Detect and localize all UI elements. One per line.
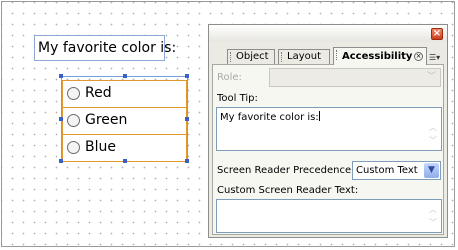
tab-close-icon[interactable]: ×: [414, 52, 423, 61]
tooltip-value: My favorite color is:: [220, 112, 319, 123]
tooltip-label: Tool Tip:: [217, 93, 258, 104]
resize-handle[interactable]: [123, 74, 127, 78]
precedence-label: Screen Reader Precedence:: [217, 165, 355, 176]
radio-button-icon[interactable]: [67, 87, 80, 100]
radio-button-icon[interactable]: [67, 114, 80, 127]
resize-handle[interactable]: [59, 74, 63, 78]
scroll-down-icon[interactable]: ﹀: [426, 216, 440, 229]
radio-option-label: Green: [85, 112, 128, 128]
panel-menu-icon[interactable]: ☰▾: [429, 52, 449, 64]
radio-option-blue[interactable]: Blue: [62, 134, 187, 162]
radio-button-icon[interactable]: [67, 141, 80, 154]
scroll-up-icon[interactable]: ︿: [426, 121, 440, 134]
radio-option-green[interactable]: Green: [62, 107, 187, 135]
tab-grip-icon: [230, 52, 234, 62]
tab-object[interactable]: Object: [227, 49, 275, 64]
resize-handle[interactable]: [59, 159, 63, 163]
chevron-down-icon: ﹀: [426, 72, 436, 82]
chevron-down-icon[interactable]: ▼: [424, 163, 439, 178]
radio-option-label: Blue: [85, 139, 116, 155]
radio-option-label: Red: [85, 85, 112, 101]
scroll-up-icon[interactable]: ︿: [426, 203, 440, 216]
resize-handle[interactable]: [185, 159, 189, 163]
close-icon[interactable]: ×: [431, 28, 443, 40]
accessibility-panel-body: Role: ﹀ Tool Tip: My favorite color is: …: [212, 64, 444, 235]
question-text: My favorite color is:: [38, 40, 177, 56]
properties-panel: × Object Layout Accessibility × ☰▾ Role:…: [208, 24, 448, 238]
scroll-down-icon[interactable]: ﹀: [426, 134, 440, 147]
role-label: Role:: [217, 72, 242, 83]
radio-group[interactable]: Red Green Blue: [61, 76, 188, 162]
radio-option-red[interactable]: Red: [62, 80, 187, 108]
resize-handle[interactable]: [185, 74, 189, 78]
tab-grip-icon: [336, 50, 340, 60]
resize-handle[interactable]: [123, 159, 127, 163]
custom-text-label: Custom Screen Reader Text:: [217, 185, 359, 196]
text-caret: [318, 111, 320, 121]
precedence-value: Custom Text: [356, 165, 418, 176]
tab-layout[interactable]: Layout: [278, 49, 330, 64]
panel-tabs: Object Layout Accessibility × ☰▾: [227, 47, 449, 65]
resize-handle[interactable]: [59, 117, 63, 121]
tab-grip-icon: [281, 52, 285, 62]
custom-text-textarea[interactable]: ︿ ﹀: [216, 199, 442, 233]
question-text-field[interactable]: My favorite color is:: [34, 35, 176, 61]
precedence-dropdown[interactable]: Custom Text ▼: [352, 161, 441, 180]
role-dropdown[interactable]: ﹀: [269, 68, 441, 87]
panel-titlebar[interactable]: ×: [209, 25, 447, 42]
tooltip-scrollbar[interactable]: ︿ ﹀: [426, 109, 440, 149]
custom-text-scrollbar[interactable]: ︿ ﹀: [426, 201, 440, 231]
tab-accessibility[interactable]: Accessibility ×: [333, 47, 427, 65]
tooltip-textarea[interactable]: My favorite color is: ︿ ﹀: [216, 107, 442, 151]
design-canvas[interactable]: My favorite color is: Red Green Blue × O: [1, 1, 455, 247]
resize-handle[interactable]: [185, 117, 189, 121]
